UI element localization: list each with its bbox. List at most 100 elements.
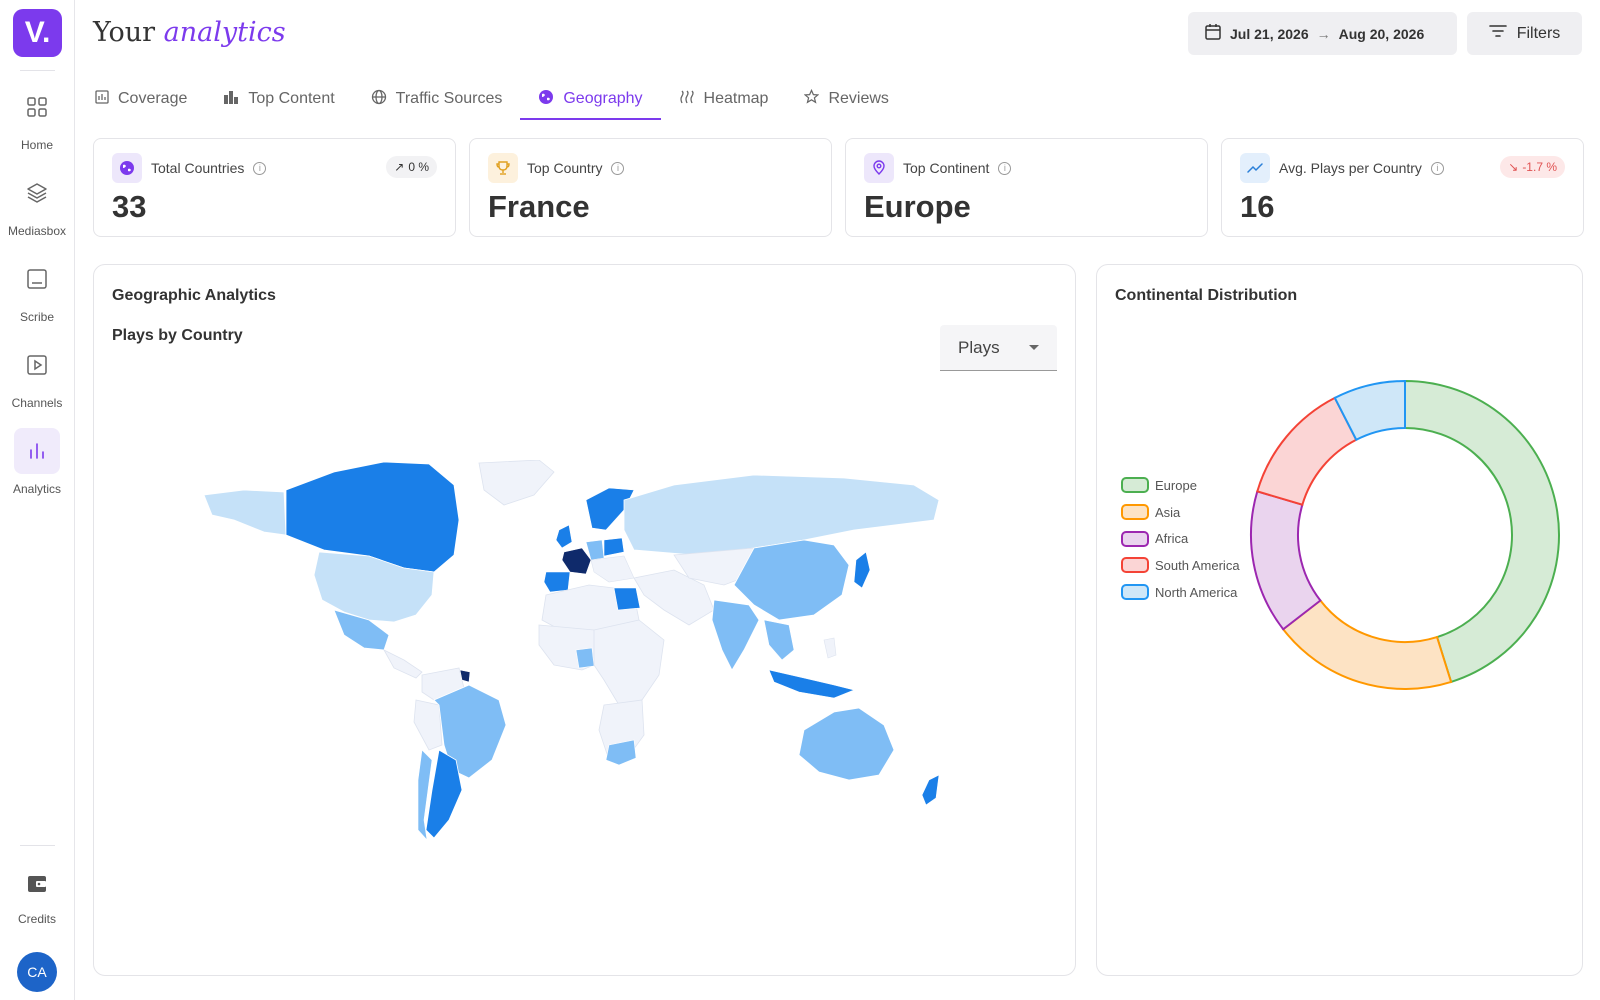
stat-card-total-countries: Total Countries i ↗ 0 % 33 (93, 138, 456, 237)
legend-label: Europe (1155, 477, 1197, 493)
stat-card-top-continent: Top Continent i Europe (845, 138, 1208, 237)
region-france (561, 547, 592, 575)
globe-icon (371, 89, 387, 110)
donut-slice-asia[interactable] (1281, 599, 1453, 690)
heat-icon (679, 89, 695, 110)
info-icon[interactable]: i (998, 161, 1012, 175)
legend-swatch (1121, 530, 1149, 547)
info-icon[interactable]: i (253, 161, 267, 175)
legend-swatch (1121, 477, 1149, 494)
stat-value: Europe (864, 189, 971, 224)
tab-top-content[interactable]: Top Content (205, 78, 352, 120)
legend-label: North America (1155, 584, 1238, 600)
stat-card-avg-plays: Avg. Plays per Country i ↘ -1.7 % 16 (1221, 138, 1584, 237)
sidebar: V. Home Mediasbox Scribe Channels Analyt… (0, 0, 75, 1000)
donut-slice-south-america[interactable] (1256, 396, 1358, 506)
legend-item[interactable]: North America (1121, 579, 1240, 606)
panel-title: Geographic Analytics (112, 287, 276, 304)
location-pin-icon (864, 153, 894, 183)
continental-donut-chart (1250, 379, 1560, 690)
layers-icon (14, 170, 60, 216)
region-india (711, 599, 760, 671)
legend-label: Asia (1155, 504, 1181, 520)
region-philippines (823, 637, 837, 659)
donut-slice-africa[interactable] (1250, 490, 1322, 631)
sidebar-item-label: Home (20, 138, 53, 152)
app-logo[interactable]: V. (13, 9, 62, 57)
date-start: Jul 21, 2026 (1230, 25, 1309, 42)
sidebar-item-label: Scribe (19, 310, 54, 324)
region-indonesia (768, 669, 855, 699)
play-icon (14, 342, 60, 388)
legend-item[interactable]: South America (1121, 552, 1240, 579)
info-icon[interactable]: i (611, 161, 625, 175)
stat-value: France (488, 189, 590, 224)
metric-select[interactable]: Plays (940, 325, 1057, 371)
earth-icon (538, 89, 554, 110)
region-southeast-asia (763, 619, 795, 661)
date-range-button[interactable]: Jul 21, 2026 → Aug 20, 2026 (1188, 12, 1457, 55)
avatar[interactable]: CA (17, 952, 57, 992)
sidebar-item-scribe[interactable]: Scribe (0, 256, 74, 336)
stat-label: Avg. Plays per Country (1279, 160, 1422, 176)
caret-down-icon (1029, 345, 1039, 350)
tab-heatmap[interactable]: Heatmap (661, 78, 787, 120)
select-value: Plays (958, 337, 1000, 357)
sidebar-item-label: Credits (17, 912, 56, 926)
sidebar-item-label: Mediasbox (7, 224, 67, 238)
legend-item[interactable]: Asia (1121, 499, 1240, 526)
sidebar-item-analytics[interactable]: Analytics (0, 428, 74, 508)
legend-swatch (1121, 557, 1149, 574)
panel-subtitle: Plays by Country (112, 327, 243, 344)
filters-button[interactable]: Filters (1467, 12, 1582, 55)
stat-value: 16 (1240, 189, 1275, 224)
legend-label: Africa (1155, 531, 1189, 547)
bar-icon (223, 89, 239, 110)
sidebar-item-channels[interactable]: Channels (0, 342, 74, 422)
info-icon[interactable]: i (1430, 161, 1444, 175)
legend-item[interactable]: Africa (1121, 525, 1240, 552)
world-map[interactable] (194, 460, 964, 860)
legend-swatch (1121, 504, 1149, 521)
stat-label: Top Country (527, 160, 603, 176)
filters-label: Filters (1516, 24, 1561, 42)
page-title: Your analytics (93, 17, 286, 48)
filter-icon (1488, 24, 1507, 43)
region-italy-balkans (590, 555, 635, 583)
tab-geography[interactable]: Geography (520, 78, 661, 120)
tab-label: Traffic Sources (395, 90, 503, 107)
sidebar-item-credits[interactable]: Credits (0, 864, 74, 934)
trend-down-icon: ↘ (1508, 160, 1519, 174)
donut-slice-europe[interactable] (1404, 379, 1560, 684)
star-icon (804, 88, 820, 109)
badge-text: -1.7 % (1522, 160, 1557, 174)
chart-legend: Europe Asia Africa South America North Ameri… (1121, 472, 1240, 605)
region-greenland (478, 460, 555, 506)
tab-traffic-sources[interactable]: Traffic Sources (353, 78, 521, 120)
tab-bar: Coverage Top Content Traffic Sources Geo… (93, 78, 907, 120)
panel-title: Continental Distribution (1115, 287, 1298, 304)
stat-value: 33 (112, 189, 147, 224)
legend-item[interactable]: Europe (1121, 472, 1240, 499)
calendar-icon (1204, 23, 1222, 44)
title-accent: analytics (163, 17, 286, 48)
continental-distribution-panel: Continental Distribution Europe Asia Afric… (1096, 264, 1583, 976)
region-russia (623, 474, 940, 556)
region-egypt (613, 587, 641, 611)
globe-icon (112, 153, 142, 183)
region-uk (555, 524, 573, 549)
sidebar-item-label: Channels (11, 396, 63, 410)
tab-reviews[interactable]: Reviews (786, 78, 906, 120)
region-new-zealand (921, 774, 940, 806)
legend-label: South America (1155, 557, 1240, 573)
trend-badge: ↗ 0 % (386, 156, 437, 178)
region-japan (853, 551, 871, 589)
sidebar-divider (20, 845, 55, 846)
sidebar-item-mediasbox[interactable]: Mediasbox (0, 170, 74, 250)
title-plain: Your (93, 17, 156, 48)
region-nigeria (575, 647, 595, 669)
bar-chart-icon (14, 428, 60, 474)
sidebar-item-home[interactable]: Home (0, 84, 74, 164)
tab-coverage[interactable]: Coverage (93, 78, 205, 120)
document-icon (14, 256, 60, 302)
